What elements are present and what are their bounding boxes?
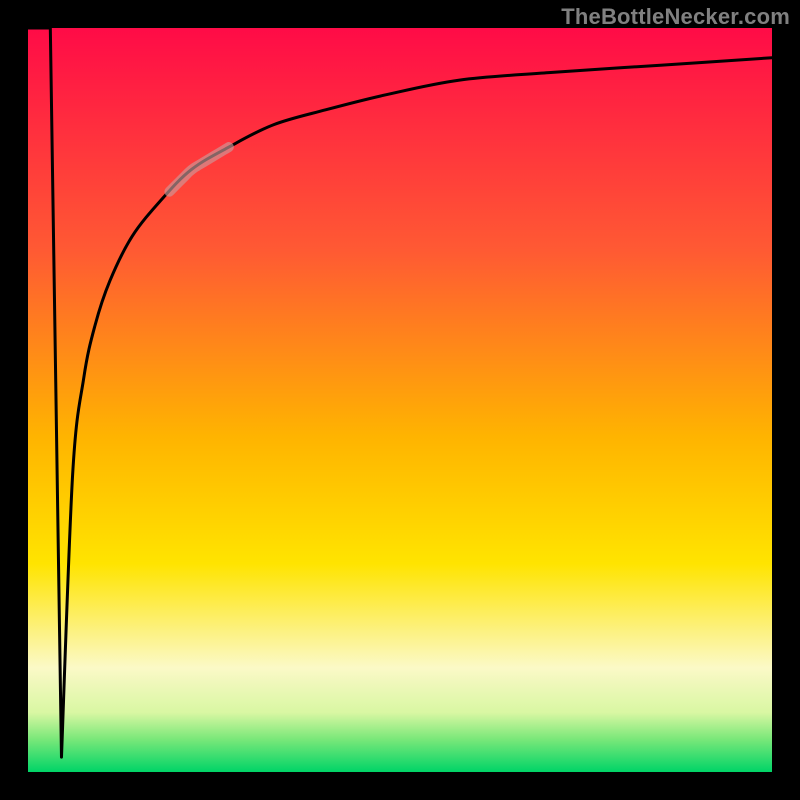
- chart-svg: [0, 0, 800, 800]
- chart-stage: TheBottleNecker.com: [0, 0, 800, 800]
- watermark-text: TheBottleNecker.com: [561, 4, 790, 30]
- plot-area: [28, 28, 772, 772]
